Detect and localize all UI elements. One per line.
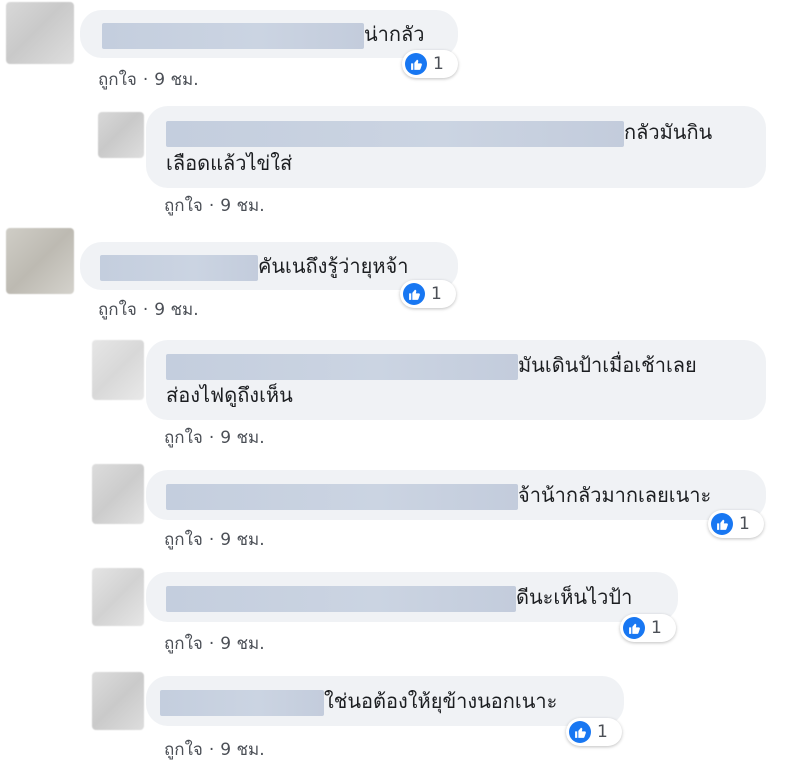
avatar[interactable] [6, 2, 74, 64]
comment-text: จ้าน้ากลัวมากเลยเนาะ [518, 483, 712, 507]
timestamp[interactable]: 9 ชม. [154, 300, 198, 320]
separator: · [142, 70, 149, 90]
avatar[interactable] [92, 464, 144, 524]
comment-bubble: ใช่นอต้องให้ยุข้างนอกเนาะ [146, 676, 624, 726]
reaction-number: 1 [739, 514, 750, 534]
separator: · [142, 300, 149, 320]
comment-bubble: ดีนะเห็นไวป้า [146, 572, 678, 622]
like-link[interactable]: ถูกใจ [98, 70, 137, 90]
redacted-author-name [100, 254, 258, 281]
reaction-count[interactable]: 1 [620, 614, 676, 642]
thumbs-up-icon [711, 513, 733, 535]
thumbs-up-icon [569, 721, 591, 743]
thumbs-up-icon [405, 53, 427, 75]
comment-text: ใช่นอต้องให้ยุข้างนอกเนาะ [324, 689, 558, 713]
redacted-author-name [102, 22, 364, 49]
like-link[interactable]: ถูกใจ [98, 300, 137, 320]
reaction-number: 1 [433, 54, 444, 74]
reaction-count[interactable]: 1 [566, 718, 622, 746]
like-link[interactable]: ถูกใจ [164, 740, 203, 760]
timestamp[interactable]: 9 ชม. [154, 70, 198, 90]
comment-bubble: มันเดินป้าเมื่อเช้าเลย ส่องไฟดูถึงเห็น [146, 340, 766, 420]
avatar[interactable] [92, 568, 144, 626]
comment-bubble: จ้าน้ากลัวมากเลยเนาะ [146, 470, 766, 520]
thumbs-up-icon [403, 283, 425, 305]
comment-text-line2: ส่องไฟดูถึงเห็น [166, 383, 293, 407]
redacted-author-name [160, 689, 324, 716]
redacted-author-name [166, 585, 516, 612]
timestamp[interactable]: 9 ชม. [220, 634, 264, 654]
timestamp[interactable]: 9 ชม. [220, 530, 264, 550]
reaction-number: 1 [651, 618, 662, 638]
separator: · [208, 740, 215, 760]
separator: · [208, 196, 215, 216]
like-link[interactable]: ถูกใจ [164, 196, 203, 216]
reaction-number: 1 [431, 284, 442, 304]
like-link[interactable]: ถูกใจ [164, 634, 203, 654]
comment-bubble: น่ากลัว [80, 10, 458, 58]
comment-text-line1: กลัวมันกิน [624, 120, 713, 144]
timestamp[interactable]: 9 ชม. [220, 428, 264, 448]
timestamp[interactable]: 9 ชม. [220, 196, 264, 216]
redacted-author-name [166, 353, 518, 380]
avatar[interactable] [92, 672, 144, 730]
avatar[interactable] [92, 340, 144, 400]
reaction-count[interactable]: 1 [708, 510, 764, 538]
thumbs-up-icon [623, 617, 645, 639]
comment-text: ดีนะเห็นไวป้า [516, 585, 633, 609]
reaction-number: 1 [597, 722, 608, 742]
avatar[interactable] [6, 228, 74, 294]
comment-text-line1: มันเดินป้าเมื่อเช้าเลย [518, 353, 697, 377]
comment-bubble: คันเนถึงรู้ว่ายุหจ้า [80, 242, 458, 290]
like-link[interactable]: ถูกใจ [164, 428, 203, 448]
reaction-count[interactable]: 1 [402, 50, 458, 78]
separator: · [208, 428, 215, 448]
timestamp[interactable]: 9 ชม. [220, 740, 264, 760]
separator: · [208, 530, 215, 550]
reaction-count[interactable]: 1 [400, 280, 456, 308]
avatar[interactable] [98, 112, 144, 158]
separator: · [208, 634, 215, 654]
comment-text: คันเนถึงรู้ว่ายุหจ้า [258, 254, 409, 278]
comment-text: น่ากลัว [364, 22, 425, 46]
comment-text-line2: เลือดแล้วไข่ใส่ [166, 151, 293, 175]
like-link[interactable]: ถูกใจ [164, 530, 203, 550]
redacted-author-name [166, 483, 518, 510]
comment-bubble: กลัวมันกิน เลือดแล้วไข่ใส่ [146, 106, 766, 188]
redacted-author-name [166, 120, 624, 147]
